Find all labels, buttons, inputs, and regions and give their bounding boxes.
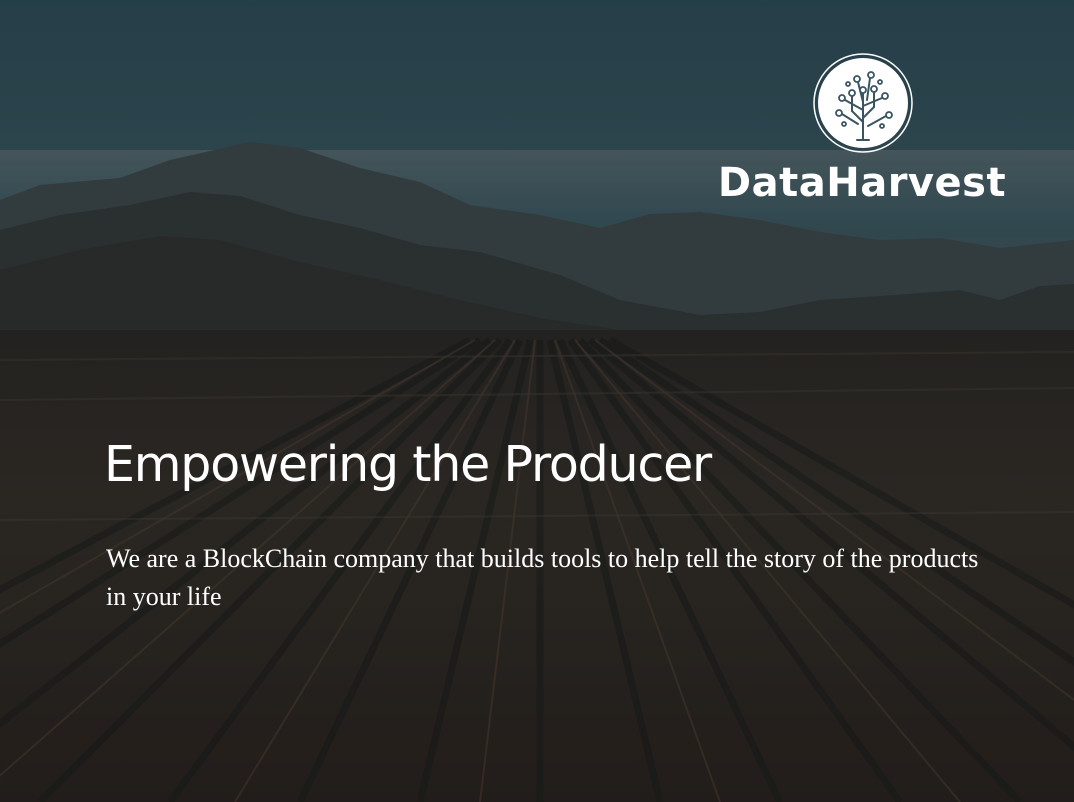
hero-description: We are a BlockChain company that builds … [106,544,979,611]
brand-name: DataHarvest [717,160,1007,206]
hero-section: DataHarvest Empowering the Producer We a… [0,0,1074,802]
brand-logo[interactable]: DataHarvest [712,52,1012,212]
hero-headline: Empowering the Producer [104,436,712,493]
circuit-tree-icon [813,53,913,153]
